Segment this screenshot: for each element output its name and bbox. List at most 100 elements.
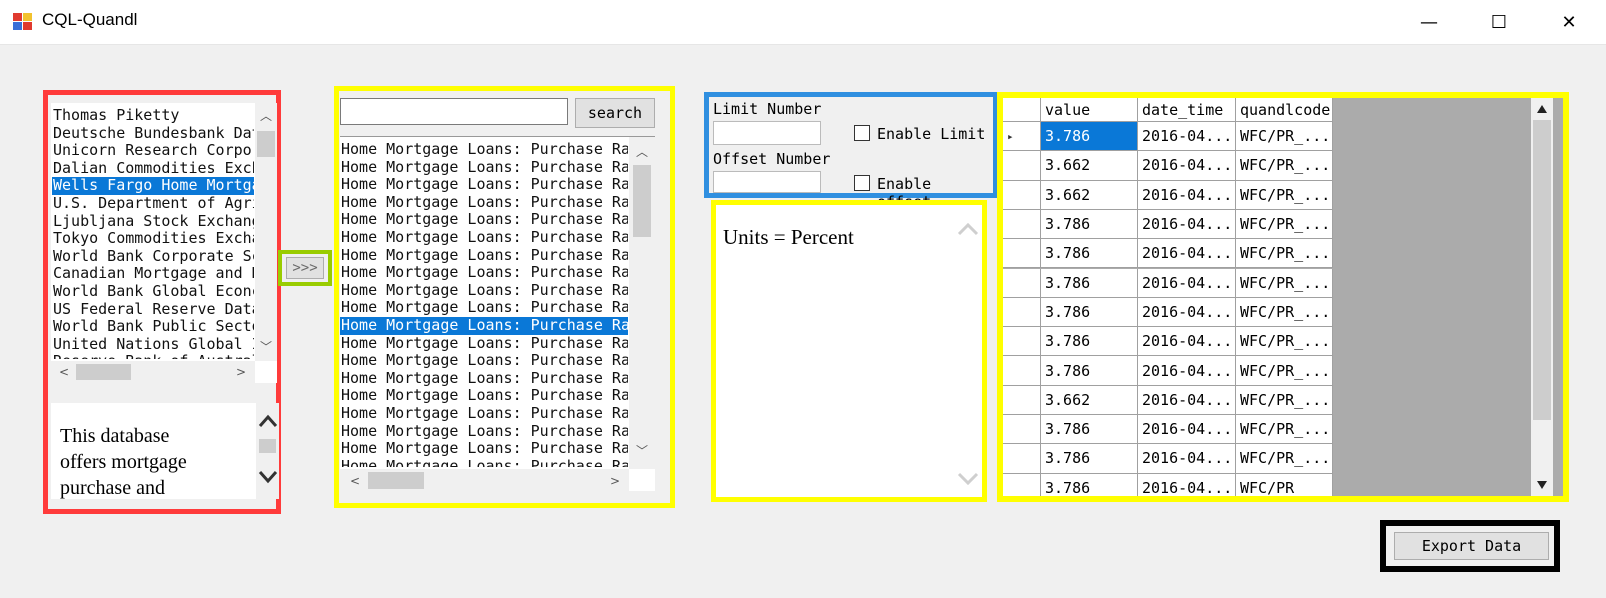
grid-cell[interactable]: 3.662 [1041, 385, 1138, 415]
grid-cell[interactable]: WFC/PR_... [1236, 239, 1333, 269]
database-list-item[interactable]: Unicorn Research Corpor [52, 142, 254, 160]
offset-number-input[interactable] [713, 171, 821, 193]
description-vscroll-thumb[interactable] [259, 439, 276, 453]
dataset-list-item[interactable]: Home Mortgage Loans: Purchase Rat [340, 457, 628, 467]
database-list-item[interactable]: Dalian Commodities Exch [52, 159, 254, 178]
dataset-list-item[interactable]: Home Mortgage Loans: Purchase Rat [340, 422, 628, 441]
chevron-up-icon[interactable] [258, 413, 278, 429]
database-vscroll-thumb[interactable] [257, 131, 275, 157]
grid-cell[interactable]: 3.786 [1041, 473, 1138, 496]
database-hscroll-thumb[interactable] [76, 364, 131, 380]
grid-cell[interactable]: 2016-04... [1138, 209, 1236, 240]
grid-cell[interactable]: 2016-04... [1138, 444, 1236, 474]
dataset-list-item[interactable]: Home Mortgage Loans: Purchase Rat [340, 404, 628, 423]
scroll-up-icon[interactable]: ︿ [260, 110, 272, 122]
grid-cell[interactable]: 3.786 [1041, 444, 1138, 474]
dataset-list-item[interactable]: Home Mortgage Loans: Purchase Rat [340, 141, 628, 159]
dataset-list-item[interactable]: Home Mortgage Loans: Purchase Rat [340, 264, 628, 282]
close-button[interactable]: ✕ [1534, 0, 1604, 45]
grid-cell[interactable]: 3.662 [1041, 151, 1138, 181]
chevron-down-icon[interactable] [957, 471, 979, 487]
data-grid[interactable]: value date_time quandlcode ▸ 3.786 2016-04...… [1003, 98, 1531, 496]
grid-row-header[interactable] [1003, 151, 1041, 181]
database-vscroll[interactable]: ︿ ﹀ [255, 103, 277, 361]
scroll-up-icon[interactable]: ︿ [636, 146, 648, 158]
grid-cell[interactable]: 2016-04... [1138, 297, 1236, 328]
search-input[interactable] [340, 98, 568, 125]
grid-cell[interactable]: 2016-04... [1138, 151, 1236, 181]
database-hscroll[interactable]: < > [51, 361, 255, 383]
grid-row-header[interactable] [1003, 385, 1041, 415]
dataset-list-item[interactable]: Home Mortgage Loans: Purchase Rat [340, 281, 628, 300]
scroll-down-icon[interactable] [1536, 480, 1548, 490]
chevron-up-icon[interactable] [957, 221, 979, 237]
dataset-listbox[interactable]: Home Mortgage Loans: Purchase Rat Home Mo… [340, 136, 655, 492]
transfer-button[interactable]: >>> [286, 257, 324, 279]
grid-cell[interactable]: 3.786 [1041, 356, 1138, 386]
dataset-list-item[interactable]: Home Mortgage Loans: Purchase Rat [340, 334, 628, 353]
database-list-item[interactable]: Tokyo Commodities Excha [52, 230, 254, 248]
grid-row-header[interactable] [1003, 239, 1041, 269]
grid-cell[interactable]: 3.786 [1041, 239, 1138, 269]
grid-vscroll-thumb[interactable] [1533, 120, 1551, 420]
grid-cell[interactable]: 3.786 [1041, 297, 1138, 328]
grid-row-header[interactable] [1003, 327, 1041, 357]
dataset-list-item[interactable]: Home Mortgage Loans: Purchase Rat [340, 228, 628, 247]
grid-cell[interactable]: 2016-04... [1138, 268, 1236, 298]
scroll-down-icon[interactable]: ﹀ [260, 341, 272, 353]
grid-row-header[interactable] [1003, 180, 1041, 210]
limit-number-input[interactable] [713, 121, 821, 145]
dataset-hscroll-thumb[interactable] [368, 472, 424, 489]
database-list-item[interactable]: United Nations Global I [52, 335, 254, 354]
chevron-down-icon[interactable] [258, 469, 278, 485]
grid-cell[interactable]: 2016-04... [1138, 239, 1236, 269]
scroll-left-icon[interactable]: < [350, 475, 360, 487]
database-list-item[interactable]: World Bank Global Econc [52, 282, 254, 301]
grid-cell[interactable]: 2016-04... [1138, 122, 1236, 152]
dataset-list-item[interactable]: Home Mortgage Loans: Purchase Rat [340, 193, 628, 212]
grid-row-header[interactable]: ▸ [1003, 122, 1041, 152]
grid-cell[interactable]: 3.662 [1041, 180, 1138, 210]
database-list-item[interactable]: World Bank Corporate Sc [52, 247, 254, 266]
dataset-list-item[interactable]: Home Mortgage Loans: Purchase Rat [340, 246, 628, 265]
grid-row-header[interactable] [1003, 415, 1041, 445]
dataset-list-item[interactable]: Home Mortgage Loans: Purchase Rat [340, 369, 628, 388]
grid-cell[interactable]: WFC/PR_... [1236, 209, 1333, 240]
grid-cell[interactable]: 2016-04... [1138, 415, 1236, 445]
database-list-item[interactable]: Wells Fargo Home Mortga [52, 177, 254, 195]
dataset-list-item[interactable]: Home Mortgage Loans: Purchase Rat [340, 439, 628, 458]
dataset-list-item[interactable]: Home Mortgage Loans: Purchase Rat [340, 299, 628, 317]
grid-cell[interactable]: WFC/PR_... [1236, 297, 1333, 328]
maximize-button[interactable]: ☐ [1464, 0, 1534, 45]
grid-vscroll[interactable] [1531, 98, 1553, 496]
units-vscroll[interactable] [952, 205, 982, 497]
grid-cell[interactable]: WFC/PR_... [1236, 180, 1333, 210]
grid-cell[interactable]: 3.786 [1041, 122, 1138, 152]
grid-cell[interactable]: 2016-04... [1138, 385, 1236, 415]
enable-offset-checkbox[interactable] [854, 175, 870, 191]
grid-cell[interactable]: 2016-04... [1138, 473, 1236, 496]
dataset-list-item[interactable]: Home Mortgage Loans: Purchase Rat [340, 352, 628, 370]
dataset-list-item[interactable]: Home Mortgage Loans: Purchase Rat [340, 176, 628, 194]
database-list-item[interactable]: Canadian Mortgage and H [52, 265, 254, 283]
grid-row-header[interactable] [1003, 209, 1041, 240]
dataset-list-item[interactable]: Home Mortgage Loans: Purchase Rat [340, 387, 628, 405]
database-listbox[interactable]: Thomas Piketty Deutsche Bundesbank Dat Uni… [51, 103, 277, 383]
database-list-item[interactable]: World Bank Public Secto [52, 318, 254, 336]
grid-column-header[interactable]: quandlcode [1236, 98, 1333, 122]
database-list-item[interactable]: Reserve Bank of Austral [52, 353, 254, 359]
scroll-up-icon[interactable] [1536, 104, 1548, 114]
grid-cell[interactable]: 2016-04... [1138, 327, 1236, 357]
grid-cell[interactable]: WFC/PR_... [1236, 122, 1333, 152]
dataset-list-item[interactable]: Home Mortgage Loans: Purchase Rat [340, 211, 628, 229]
description-box[interactable]: This database offers mortgage purchase a… [51, 403, 279, 499]
scroll-down-icon[interactable]: ﹀ [636, 445, 648, 457]
grid-cell[interactable]: WFC/PR_... [1236, 385, 1333, 415]
grid-cell[interactable]: 2016-04... [1138, 356, 1236, 386]
dataset-vscroll-thumb[interactable] [633, 165, 651, 237]
dataset-list-item[interactable]: Home Mortgage Loans: Purchase Rat [340, 158, 628, 177]
scroll-left-icon[interactable]: < [59, 366, 69, 378]
grid-cell[interactable]: WFC/PR_... [1236, 327, 1333, 357]
database-list-item[interactable]: US Federal Reserve Data [52, 300, 254, 319]
grid-row-header[interactable] [1003, 297, 1041, 328]
